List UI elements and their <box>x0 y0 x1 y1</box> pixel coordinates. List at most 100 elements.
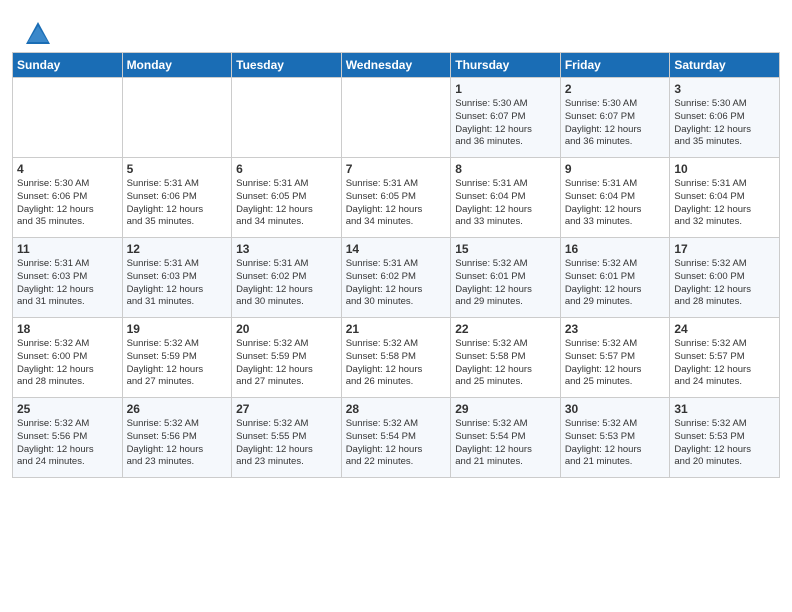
calendar-cell: 2Sunrise: 5:30 AM Sunset: 6:07 PM Daylig… <box>560 78 670 158</box>
cell-info: Sunrise: 5:30 AM Sunset: 6:07 PM Dayligh… <box>455 98 556 149</box>
cell-info: Sunrise: 5:32 AM Sunset: 5:58 PM Dayligh… <box>455 338 556 389</box>
day-number: 13 <box>236 242 337 256</box>
day-number: 26 <box>127 402 228 416</box>
calendar-cell: 20 Sunrise: 5:32 AM Sunset: 5:59 PM Dayli… <box>232 318 342 398</box>
calendar-cell: 26Sunrise: 5:32 AM Sunset: 5:56 PM Dayli… <box>122 398 232 478</box>
cell-info: Sunrise: 5:32 AM Sunset: 5:54 PM Dayligh… <box>346 418 447 469</box>
calendar-week-row: 25 Sunrise: 5:32 AM Sunset: 5:56 PM Dayli… <box>13 398 780 478</box>
logo[interactable] <box>24 20 54 48</box>
cell-info: Sunrise: 5:32 AM Sunset: 6:01 PM Dayligh… <box>565 258 666 309</box>
calendar-cell: 19 Sunrise: 5:32 AM Sunset: 5:59 PM Dayli… <box>122 318 232 398</box>
calendar-cell: 24 Sunrise: 5:32 AM Sunset: 5:57 PM Dayli… <box>670 318 780 398</box>
day-number: 17 <box>674 242 775 256</box>
cell-info: Sunrise: 5:31 AM Sunset: 6:03 PM Dayligh… <box>17 258 118 309</box>
calendar-cell: 7 Sunrise: 5:31 AM Sunset: 6:05 PM Daylig… <box>341 158 451 238</box>
day-number: 16 <box>565 242 666 256</box>
cell-info: Sunrise: 5:31 AM Sunset: 6:05 PM Dayligh… <box>236 178 337 229</box>
calendar-cell: 12 Sunrise: 5:31 AM Sunset: 6:03 PM Dayli… <box>122 238 232 318</box>
day-number: 30 <box>565 402 666 416</box>
calendar-cell: 28 Sunrise: 5:32 AM Sunset: 5:54 PM Dayli… <box>341 398 451 478</box>
cell-info: Sunrise: 5:32 AM Sunset: 5:54 PM Dayligh… <box>455 418 556 469</box>
cell-info: Sunrise: 5:31 AM Sunset: 6:03 PM Dayligh… <box>127 258 228 309</box>
day-number: 21 <box>346 322 447 336</box>
calendar-week-row: 4 Sunrise: 5:30 AM Sunset: 6:06 PM Daylig… <box>13 158 780 238</box>
day-number: 10 <box>674 162 775 176</box>
calendar-cell: 6 Sunrise: 5:31 AM Sunset: 6:05 PM Daylig… <box>232 158 342 238</box>
day-number: 11 <box>17 242 118 256</box>
calendar-cell: 9 Sunrise: 5:31 AM Sunset: 6:04 PM Daylig… <box>560 158 670 238</box>
day-number: 7 <box>346 162 447 176</box>
calendar-cell: 30 Sunrise: 5:32 AM Sunset: 5:53 PM Dayli… <box>560 398 670 478</box>
weekday-header-cell: Friday <box>560 53 670 78</box>
calendar-cell: 29Sunrise: 5:32 AM Sunset: 5:54 PM Dayli… <box>451 398 561 478</box>
day-number: 9 <box>565 162 666 176</box>
cell-info: Sunrise: 5:32 AM Sunset: 6:01 PM Dayligh… <box>455 258 556 309</box>
calendar-table: SundayMondayTuesdayWednesdayThursdayFrid… <box>12 52 780 478</box>
calendar-cell: 31 Sunrise: 5:32 AM Sunset: 5:53 PM Dayli… <box>670 398 780 478</box>
weekday-header-cell: Wednesday <box>341 53 451 78</box>
day-number: 2 <box>565 82 666 96</box>
day-number: 31 <box>674 402 775 416</box>
calendar-cell: 8Sunrise: 5:31 AM Sunset: 6:04 PM Daylig… <box>451 158 561 238</box>
cell-info: Sunrise: 5:32 AM Sunset: 6:00 PM Dayligh… <box>674 258 775 309</box>
cell-info: Sunrise: 5:32 AM Sunset: 5:53 PM Dayligh… <box>565 418 666 469</box>
day-number: 5 <box>127 162 228 176</box>
cell-info: Sunrise: 5:31 AM Sunset: 6:02 PM Dayligh… <box>346 258 447 309</box>
cell-info: Sunrise: 5:32 AM Sunset: 5:58 PM Dayligh… <box>346 338 447 389</box>
calendar-cell: 17 Sunrise: 5:32 AM Sunset: 6:00 PM Dayli… <box>670 238 780 318</box>
calendar-cell: 23 Sunrise: 5:32 AM Sunset: 5:57 PM Dayli… <box>560 318 670 398</box>
day-number: 14 <box>346 242 447 256</box>
calendar-cell: 4 Sunrise: 5:30 AM Sunset: 6:06 PM Daylig… <box>13 158 123 238</box>
day-number: 23 <box>565 322 666 336</box>
cell-info: Sunrise: 5:31 AM Sunset: 6:04 PM Dayligh… <box>565 178 666 229</box>
day-number: 25 <box>17 402 118 416</box>
day-number: 24 <box>674 322 775 336</box>
calendar-cell: 13Sunrise: 5:31 AM Sunset: 6:02 PM Dayli… <box>232 238 342 318</box>
day-number: 12 <box>127 242 228 256</box>
calendar-cell: 22 Sunrise: 5:32 AM Sunset: 5:58 PM Dayli… <box>451 318 561 398</box>
calendar-cell: 25 Sunrise: 5:32 AM Sunset: 5:56 PM Dayli… <box>13 398 123 478</box>
day-number: 20 <box>236 322 337 336</box>
calendar-cell: 27 Sunrise: 5:32 AM Sunset: 5:55 PM Dayli… <box>232 398 342 478</box>
cell-info: Sunrise: 5:32 AM Sunset: 5:57 PM Dayligh… <box>674 338 775 389</box>
cell-info: Sunrise: 5:32 AM Sunset: 5:55 PM Dayligh… <box>236 418 337 469</box>
cell-info: Sunrise: 5:32 AM Sunset: 5:53 PM Dayligh… <box>674 418 775 469</box>
weekday-header-cell: Thursday <box>451 53 561 78</box>
weekday-header-row: SundayMondayTuesdayWednesdayThursdayFrid… <box>13 53 780 78</box>
weekday-header-cell: Monday <box>122 53 232 78</box>
weekday-header-cell: Saturday <box>670 53 780 78</box>
cell-info: Sunrise: 5:30 AM Sunset: 6:06 PM Dayligh… <box>674 98 775 149</box>
cell-info: Sunrise: 5:32 AM Sunset: 5:57 PM Dayligh… <box>565 338 666 389</box>
weekday-header-cell: Sunday <box>13 53 123 78</box>
calendar-cell <box>13 78 123 158</box>
calendar-cell: 18Sunrise: 5:32 AM Sunset: 6:00 PM Dayli… <box>13 318 123 398</box>
day-number: 19 <box>127 322 228 336</box>
calendar-cell: 1 Sunrise: 5:30 AM Sunset: 6:07 PM Daylig… <box>451 78 561 158</box>
calendar-cell: 3 Sunrise: 5:30 AM Sunset: 6:06 PM Daylig… <box>670 78 780 158</box>
calendar-cell <box>341 78 451 158</box>
calendar-cell: 11 Sunrise: 5:31 AM Sunset: 6:03 PM Dayli… <box>13 238 123 318</box>
cell-info: Sunrise: 5:32 AM Sunset: 5:56 PM Dayligh… <box>17 418 118 469</box>
cell-info: Sunrise: 5:31 AM Sunset: 6:04 PM Dayligh… <box>455 178 556 229</box>
calendar-wrapper: SundayMondayTuesdayWednesdayThursdayFrid… <box>0 52 792 490</box>
cell-info: Sunrise: 5:32 AM Sunset: 5:59 PM Dayligh… <box>236 338 337 389</box>
cell-info: Sunrise: 5:32 AM Sunset: 5:59 PM Dayligh… <box>127 338 228 389</box>
day-number: 18 <box>17 322 118 336</box>
calendar-cell <box>122 78 232 158</box>
day-number: 1 <box>455 82 556 96</box>
day-number: 28 <box>346 402 447 416</box>
calendar-cell: 21 Sunrise: 5:32 AM Sunset: 5:58 PM Dayli… <box>341 318 451 398</box>
cell-info: Sunrise: 5:31 AM Sunset: 6:05 PM Dayligh… <box>346 178 447 229</box>
calendar-week-row: 1 Sunrise: 5:30 AM Sunset: 6:07 PM Daylig… <box>13 78 780 158</box>
day-number: 22 <box>455 322 556 336</box>
calendar-cell: 15 Sunrise: 5:32 AM Sunset: 6:01 PM Dayli… <box>451 238 561 318</box>
day-number: 3 <box>674 82 775 96</box>
cell-info: Sunrise: 5:31 AM Sunset: 6:06 PM Dayligh… <box>127 178 228 229</box>
day-number: 6 <box>236 162 337 176</box>
day-number: 27 <box>236 402 337 416</box>
calendar-week-row: 18Sunrise: 5:32 AM Sunset: 6:00 PM Dayli… <box>13 318 780 398</box>
day-number: 4 <box>17 162 118 176</box>
cell-info: Sunrise: 5:30 AM Sunset: 6:06 PM Dayligh… <box>17 178 118 229</box>
weekday-header-cell: Tuesday <box>232 53 342 78</box>
day-number: 15 <box>455 242 556 256</box>
